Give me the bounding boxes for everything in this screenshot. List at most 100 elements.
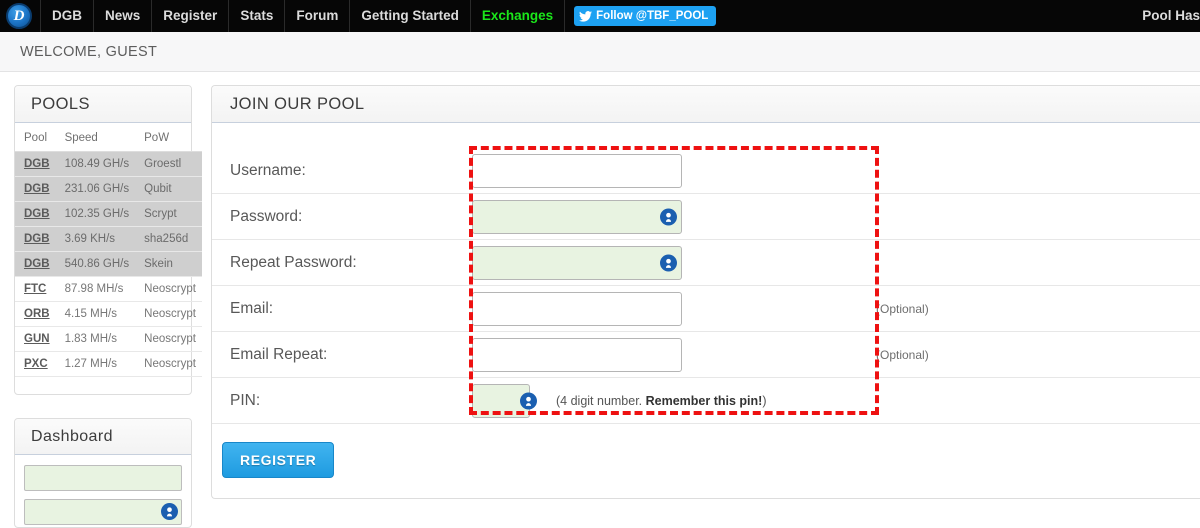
pools-panel-header: POOLS bbox=[15, 86, 191, 123]
form-row-repeat-password: Repeat Password: bbox=[212, 240, 1200, 286]
nav-item-forum[interactable]: Forum bbox=[285, 0, 351, 32]
pools-panel: POOLS Pool Speed PoW DGB 108.49 GH/s Groestl… bbox=[14, 85, 202, 395]
nav-item-exchanges[interactable]: Exchanges bbox=[471, 0, 566, 32]
pin-label: PIN: bbox=[230, 391, 261, 409]
nav-item-dgb[interactable]: DGB bbox=[40, 0, 94, 32]
pool-speed-cell: 540.86 GH/s bbox=[55, 251, 136, 277]
email-label: Email: bbox=[230, 299, 274, 317]
email-repeat-optional-note: (Optional) bbox=[876, 347, 929, 362]
nav-right-label: Pool Has bbox=[1142, 8, 1200, 23]
welcome-text: WELCOME, GUEST bbox=[20, 43, 158, 60]
register-button-wrap: REGISTER bbox=[212, 424, 1200, 478]
pools-col-speed: Speed bbox=[55, 123, 136, 152]
email-field-wrap bbox=[472, 291, 682, 326]
form-row-email-repeat: Email Repeat: (Optional) bbox=[212, 332, 1200, 378]
email-optional-note: (Optional) bbox=[876, 301, 929, 316]
pool-cell: PXC bbox=[15, 351, 56, 377]
pools-table-row: FTC 87.98 MH/s Neoscrypt bbox=[15, 276, 202, 302]
pools-table-row: DGB 540.86 GH/s Skein bbox=[15, 251, 202, 277]
pool-link-ftc[interactable]: FTC bbox=[24, 283, 46, 295]
pool-speed-cell: 102.35 GH/s bbox=[55, 201, 136, 227]
pools-table: Pool Speed PoW DGB 108.49 GH/s Groestl DGB 231… bbox=[15, 123, 202, 377]
pool-pow-cell: Neoscrypt bbox=[135, 276, 202, 302]
join-panel-title: JOIN OUR POOL bbox=[230, 94, 365, 113]
pool-speed-cell: 108.49 GH/s bbox=[55, 151, 136, 177]
password-label: Password: bbox=[230, 207, 303, 225]
pools-col-pool: Pool bbox=[15, 123, 56, 152]
pools-table-row: DGB 108.49 GH/s Groestl bbox=[15, 151, 202, 177]
username-label: Username: bbox=[230, 161, 306, 179]
pin-field-wrap bbox=[472, 383, 537, 418]
pool-speed-cell: 1.27 MH/s bbox=[55, 351, 136, 377]
dashboard-panel-title: Dashboard bbox=[31, 427, 113, 445]
nav-right-pool-hash: Pool Has bbox=[1132, 0, 1200, 32]
pool-link-pxc[interactable]: PXC bbox=[24, 358, 48, 370]
pool-pow-cell: Groestl bbox=[135, 151, 202, 177]
pin-hint-bold: Remember this pin! bbox=[645, 393, 763, 408]
pools-table-row: DGB 102.35 GH/s Scrypt bbox=[15, 201, 202, 227]
register-button[interactable]: REGISTER bbox=[222, 442, 335, 478]
lastpass-autofill-icon[interactable] bbox=[520, 392, 537, 409]
logo-letter: D bbox=[13, 7, 25, 24]
pool-link-dgb[interactable]: DGB bbox=[24, 208, 50, 220]
pool-cell: GUN bbox=[15, 326, 56, 352]
form-row-username: Username: bbox=[212, 148, 1200, 194]
twitter-follow-button[interactable]: Follow @TBF_POOL bbox=[574, 6, 717, 26]
pool-speed-cell: 4.15 MH/s bbox=[55, 301, 136, 327]
nav-item-news[interactable]: News bbox=[94, 0, 153, 32]
join-panel-header: JOIN OUR POOL bbox=[212, 86, 1200, 123]
pool-link-dgb[interactable]: DGB bbox=[24, 158, 50, 170]
form-row-email: Email: (Optional) bbox=[212, 286, 1200, 332]
username-input[interactable] bbox=[472, 153, 682, 188]
dashboard-username-input[interactable] bbox=[24, 465, 182, 491]
pools-table-body: DGB 108.49 GH/s Groestl DGB 231.06 GH/s Qubit… bbox=[15, 151, 202, 377]
pool-cell: ORB bbox=[15, 301, 56, 327]
pool-cell: DGB bbox=[15, 251, 56, 277]
repeat-password-input[interactable] bbox=[472, 245, 682, 280]
pool-cell: DGB bbox=[15, 226, 56, 252]
lastpass-autofill-icon[interactable] bbox=[660, 254, 677, 271]
digibyte-logo-icon[interactable]: D bbox=[6, 3, 32, 29]
pools-col-pow: PoW bbox=[135, 123, 202, 152]
username-field-wrap bbox=[472, 153, 682, 188]
pools-table-row: ORB 4.15 MH/s Neoscrypt bbox=[15, 301, 202, 327]
pool-pow-cell: sha256d bbox=[135, 226, 202, 252]
pool-speed-cell: 87.98 MH/s bbox=[55, 276, 136, 302]
pool-link-gun[interactable]: GUN bbox=[24, 333, 50, 345]
pool-speed-cell: 231.06 GH/s bbox=[55, 176, 136, 202]
registration-form: Username: Password: Repeat Password: Email:… bbox=[212, 148, 1200, 478]
email-repeat-input[interactable] bbox=[472, 337, 682, 372]
email-repeat-label: Email Repeat: bbox=[230, 345, 328, 363]
form-row-pin: PIN: (4 digit number. Remember this pin!… bbox=[212, 378, 1200, 424]
top-navbar: D DGB News Register Stats Forum Getting Start… bbox=[0, 0, 1200, 32]
email-input[interactable] bbox=[472, 291, 682, 326]
lastpass-autofill-icon[interactable] bbox=[660, 208, 677, 225]
nav-item-register[interactable]: Register bbox=[152, 0, 230, 32]
pools-table-row: PXC 1.27 MH/s Neoscrypt bbox=[15, 351, 202, 377]
pool-pow-cell: Scrypt bbox=[135, 201, 202, 227]
pin-hint-prefix: (4 digit number. bbox=[556, 393, 646, 408]
repeat-password-label: Repeat Password: bbox=[230, 253, 357, 271]
pool-pow-cell: Neoscrypt bbox=[135, 326, 202, 352]
form-row-password: Password: bbox=[212, 194, 1200, 240]
pools-table-header-row: Pool Speed PoW bbox=[15, 123, 202, 152]
pool-link-dgb[interactable]: DGB bbox=[24, 233, 50, 245]
pools-table-row: DGB 231.06 GH/s Qubit bbox=[15, 176, 202, 202]
pool-link-orb[interactable]: ORB bbox=[24, 308, 50, 320]
pool-pow-cell: Neoscrypt bbox=[135, 301, 202, 327]
welcome-bar: WELCOME, GUEST bbox=[0, 32, 1200, 72]
pin-hint-suffix: ) bbox=[762, 393, 767, 408]
pool-link-dgb[interactable]: DGB bbox=[24, 258, 50, 270]
pool-cell: DGB bbox=[15, 201, 56, 227]
repeat-password-field-wrap bbox=[472, 245, 682, 280]
pool-speed-cell: 3.69 KH/s bbox=[55, 226, 136, 252]
pool-pow-cell: Skein bbox=[135, 251, 202, 277]
nav-item-getting-started[interactable]: Getting Started bbox=[350, 0, 471, 32]
dashboard-password-input[interactable] bbox=[24, 499, 182, 525]
nav-item-stats[interactable]: Stats bbox=[229, 0, 286, 32]
nav-items: DGB News Register Stats Forum Getting Started… bbox=[40, 0, 566, 32]
pool-link-dgb[interactable]: DGB bbox=[24, 183, 50, 195]
join-our-pool-panel: JOIN OUR POOL Username: Password: Repeat P… bbox=[211, 85, 1200, 499]
twitter-bird-icon bbox=[579, 10, 593, 22]
password-input[interactable] bbox=[472, 199, 682, 234]
